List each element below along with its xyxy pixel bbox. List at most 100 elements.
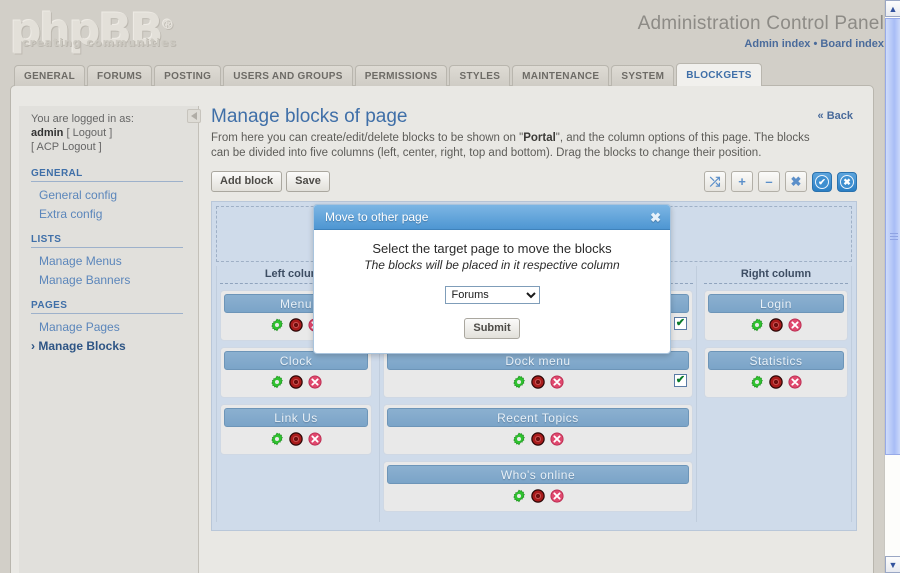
page-description-part1: From here you can create/edit/delete blo… — [211, 132, 524, 144]
acp-logout-row: [ ACP Logout ] — [31, 140, 190, 154]
sidebar-item-manage-pages[interactable]: Manage Pages — [31, 318, 190, 337]
sidebar-collapse-button[interactable] — [187, 109, 201, 123]
gear-icon[interactable] — [270, 432, 284, 446]
page-header: phpBB® creating communities Administrati… — [0, 0, 900, 62]
gear-icon[interactable] — [270, 375, 284, 389]
gear-icon[interactable] — [512, 432, 526, 446]
dialog-title-bar: Move to other page ✖ — [314, 205, 670, 230]
block-dock-menu[interactable]: Dock menu ✔ — [383, 347, 693, 398]
record-icon[interactable] — [289, 375, 303, 389]
record-icon[interactable] — [531, 489, 545, 503]
board-index-link[interactable]: Board index — [820, 38, 884, 50]
gear-icon[interactable] — [750, 318, 764, 332]
gear-icon[interactable] — [750, 375, 764, 389]
logout-link[interactable]: [ Logout ] — [66, 127, 112, 139]
delete-icon[interactable] — [308, 432, 322, 446]
record-icon[interactable] — [289, 432, 303, 446]
block-select-checkbox[interactable]: ✔ — [673, 317, 687, 330]
browser-viewport: phpBB® creating communities Administrati… — [0, 0, 900, 573]
close-icon[interactable]: ✖ — [785, 171, 807, 192]
tab-blockgets[interactable]: BLOCKGETS — [676, 63, 762, 86]
delete-icon[interactable] — [550, 489, 564, 503]
block-statistics[interactable]: Statistics — [703, 347, 848, 398]
block-title: Link Us — [224, 408, 368, 427]
sidebar-item-manage-blocks[interactable]: Manage Blocks — [31, 337, 190, 356]
block-title: Recent Topics — [387, 408, 689, 427]
tab-system[interactable]: SYSTEM — [611, 65, 675, 86]
gear-icon[interactable] — [270, 318, 284, 332]
acp-logout-link[interactable]: [ ACP Logout ] — [31, 141, 102, 153]
sidebar-item-manage-menus[interactable]: Manage Menus — [31, 252, 190, 271]
move-to-other-page-dialog: Move to other page ✖ Select the target p… — [313, 204, 671, 354]
tab-forums[interactable]: FORUMS — [87, 65, 153, 86]
blocks-toolbar: Add block Save ⤮ + – ✖ ✔ ✖ — [211, 171, 859, 195]
tab-users-and-groups[interactable]: USERS AND GROUPS — [223, 65, 353, 86]
block-clock[interactable]: Clock — [220, 347, 372, 398]
dialog-body: Select the target page to move the block… — [314, 230, 670, 353]
block-login[interactable]: Login — [703, 290, 848, 341]
record-icon[interactable] — [289, 318, 303, 332]
check-icon: ✔ — [815, 174, 829, 189]
page-description: From here you can create/edit/delete blo… — [211, 131, 831, 161]
scrollbar-thumb[interactable] — [885, 18, 900, 455]
scroll-up-arrow-icon[interactable]: ▲ — [885, 0, 900, 17]
dialog-select-wrapper: Forums — [324, 286, 660, 304]
scroll-down-arrow-icon[interactable]: ▼ — [885, 556, 900, 573]
delete-icon[interactable] — [550, 375, 564, 389]
logged-in-user-row: admin [ Logout ] — [31, 126, 190, 140]
registered-mark-icon: ® — [161, 18, 175, 33]
delete-icon[interactable] — [308, 375, 322, 389]
delete-icon[interactable] — [788, 318, 802, 332]
toolbar-left-group: Add block Save — [211, 171, 330, 192]
gear-icon[interactable] — [512, 489, 526, 503]
block-select-checkbox[interactable]: ✔ — [673, 374, 687, 387]
minus-icon[interactable]: – — [758, 171, 780, 192]
column-right[interactable]: Right column Login Statistics — [700, 266, 852, 522]
block-link-us[interactable]: Link Us — [220, 404, 372, 455]
back-link[interactable]: « Back — [818, 110, 853, 122]
tab-posting[interactable]: POSTING — [154, 65, 222, 86]
scrollbar-grip-icon — [890, 232, 898, 241]
sidebar-item-extra-config[interactable]: Extra config — [31, 205, 190, 224]
close-icon[interactable]: ✖ — [650, 205, 661, 230]
block-actions — [387, 427, 689, 451]
login-info: You are logged in as: admin [ Logout ] [… — [31, 110, 190, 154]
header-links: Admin index • Board index — [638, 38, 884, 50]
add-block-button[interactable]: Add block — [211, 171, 283, 192]
phpbb-logo: phpBB® creating communities — [10, 4, 180, 56]
confirm-button[interactable]: ✔ — [812, 171, 832, 192]
submit-button[interactable]: Submit — [464, 318, 520, 339]
block-actions — [708, 370, 844, 394]
move-blocks-icon[interactable]: ⤮ — [704, 171, 726, 192]
delete-icon[interactable] — [550, 432, 564, 446]
page-title: Manage blocks of page — [211, 106, 408, 127]
sidebar-item-general-config[interactable]: General config — [31, 186, 190, 205]
cancel-x-icon: ✖ — [840, 174, 854, 189]
record-icon[interactable] — [769, 318, 783, 332]
plus-icon[interactable]: + — [731, 171, 753, 192]
toolbar-right-group: ⤮ + – ✖ ✔ ✖ — [704, 171, 857, 192]
block-whos-online[interactable]: Who's online — [383, 461, 693, 512]
tab-general[interactable]: GENERAL — [14, 65, 85, 86]
record-icon[interactable] — [531, 432, 545, 446]
target-page-select[interactable]: Forums — [444, 286, 540, 304]
browser-scrollbar[interactable]: ▲ ▼ — [884, 0, 900, 573]
gear-icon[interactable] — [512, 375, 526, 389]
acp-title: Administration Control Panel — [637, 13, 884, 34]
link-separator: • — [813, 38, 818, 50]
page-description-portal: Portal — [523, 132, 556, 144]
dialog-instruction: Select the target page to move the block… — [372, 241, 612, 256]
dialog-submit-wrapper: Submit — [324, 318, 660, 339]
record-icon[interactable] — [531, 375, 545, 389]
tab-styles[interactable]: STYLES — [449, 65, 511, 86]
save-button[interactable]: Save — [286, 171, 330, 192]
tab-permissions[interactable]: PERMISSIONS — [354, 65, 448, 86]
logged-in-label: You are logged in as: — [31, 113, 134, 125]
delete-icon[interactable] — [788, 375, 802, 389]
sidebar-item-manage-banners[interactable]: Manage Banners — [31, 271, 190, 290]
tab-maintenance[interactable]: MAINTENANCE — [512, 65, 610, 86]
cancel-button[interactable]: ✖ — [837, 171, 857, 192]
record-icon[interactable] — [769, 375, 783, 389]
admin-index-link[interactable]: Admin index — [744, 38, 810, 50]
block-recent-topics[interactable]: Recent Topics — [383, 404, 693, 455]
